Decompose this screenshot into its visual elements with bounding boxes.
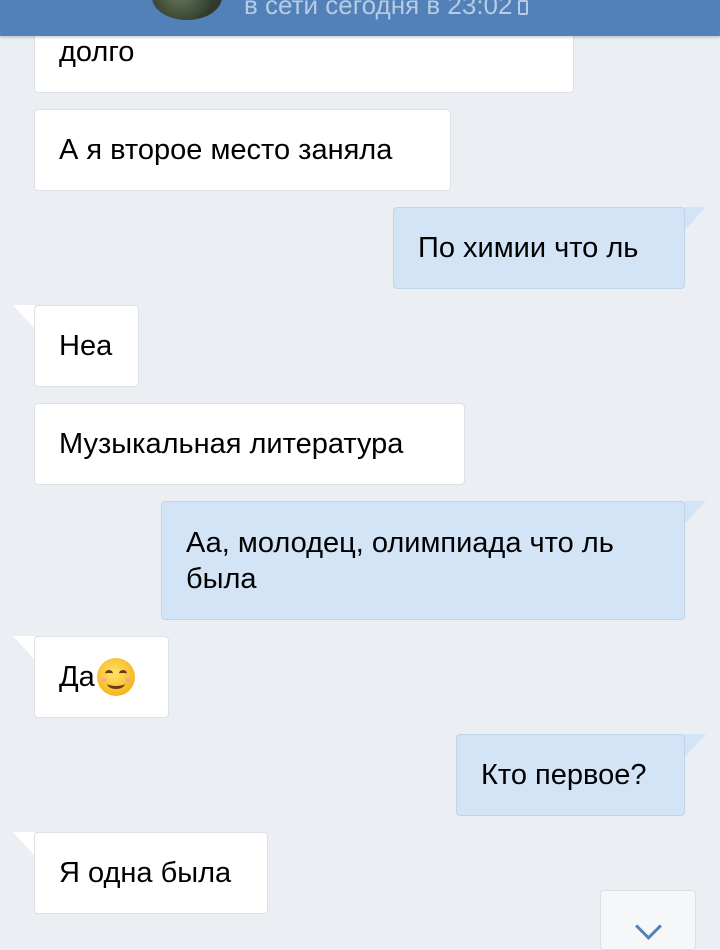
message-text: А я второе место заняла xyxy=(59,134,393,166)
online-status-text: в сети сегодня в 23:02 xyxy=(244,0,513,20)
online-status: в сети сегодня в 23:02 xyxy=(244,0,529,21)
bubble-tail xyxy=(684,207,706,231)
message-outgoing[interactable]: По химии что ль xyxy=(393,207,685,289)
message-text: Кто первое? xyxy=(481,759,647,791)
message-text: долго xyxy=(59,36,135,68)
message-incoming[interactable]: Я одна была xyxy=(34,832,268,914)
message-outgoing[interactable]: Аа, молодец, олимпиада что ль была xyxy=(161,501,685,620)
bubble-tail xyxy=(13,636,35,660)
message-text: Аа, молодец, олимпиада что ль была xyxy=(186,526,614,595)
message-incoming[interactable]: Музыкальная литература xyxy=(34,403,465,485)
chat-header: в сети сегодня в 23:02 xyxy=(0,0,720,36)
message-incoming[interactable]: Неа xyxy=(34,305,139,387)
message-text: По химии что ль xyxy=(418,232,639,264)
message-incoming[interactable]: Да xyxy=(34,636,169,718)
message-text: Музыкальная литература xyxy=(59,428,404,460)
smiling-face-icon xyxy=(96,658,135,696)
phone-icon xyxy=(518,0,529,15)
scroll-down-button[interactable] xyxy=(600,890,696,950)
bubble-tail xyxy=(13,305,35,329)
chevron-down-icon xyxy=(635,913,662,940)
message-text: Я одна была xyxy=(59,857,232,889)
message-outgoing[interactable]: Кто первое? xyxy=(456,734,685,816)
bubble-tail xyxy=(684,734,706,758)
message-incoming[interactable]: А я второе место заняла xyxy=(34,109,451,191)
avatar[interactable] xyxy=(150,0,224,22)
bubble-tail xyxy=(13,832,35,856)
message-text: Неа xyxy=(59,330,113,362)
message-text: Да xyxy=(59,661,95,693)
bubble-tail xyxy=(684,501,706,525)
